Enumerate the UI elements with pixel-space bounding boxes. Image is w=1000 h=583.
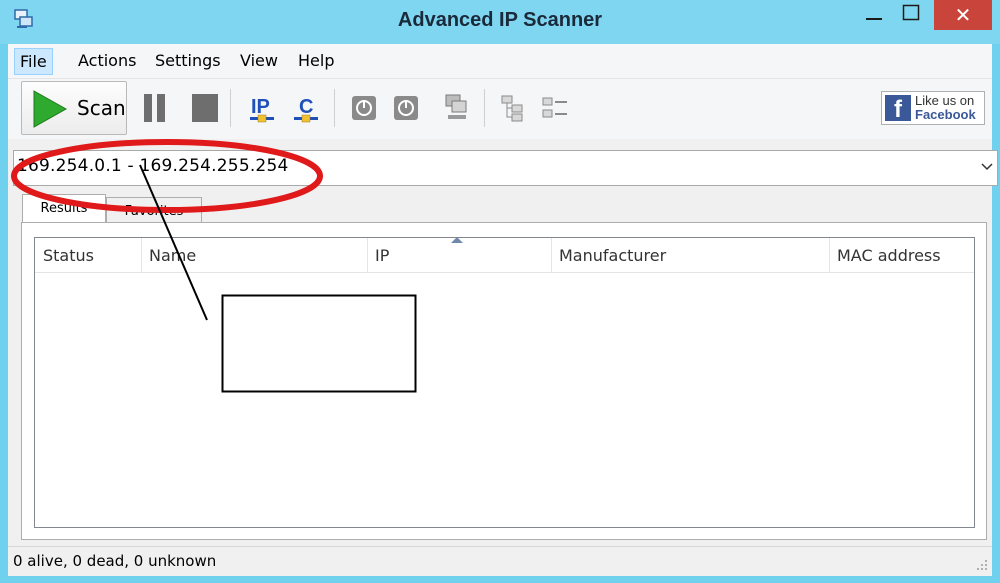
annotation-box	[221, 294, 417, 393]
annotation-ellipse	[11, 139, 323, 213]
annotation-pointer-line	[139, 164, 208, 321]
annotation-overlay	[11, 139, 417, 393]
app-window: Advanced IP Scanner ✕ File Actions Setti…	[0, 0, 1000, 583]
